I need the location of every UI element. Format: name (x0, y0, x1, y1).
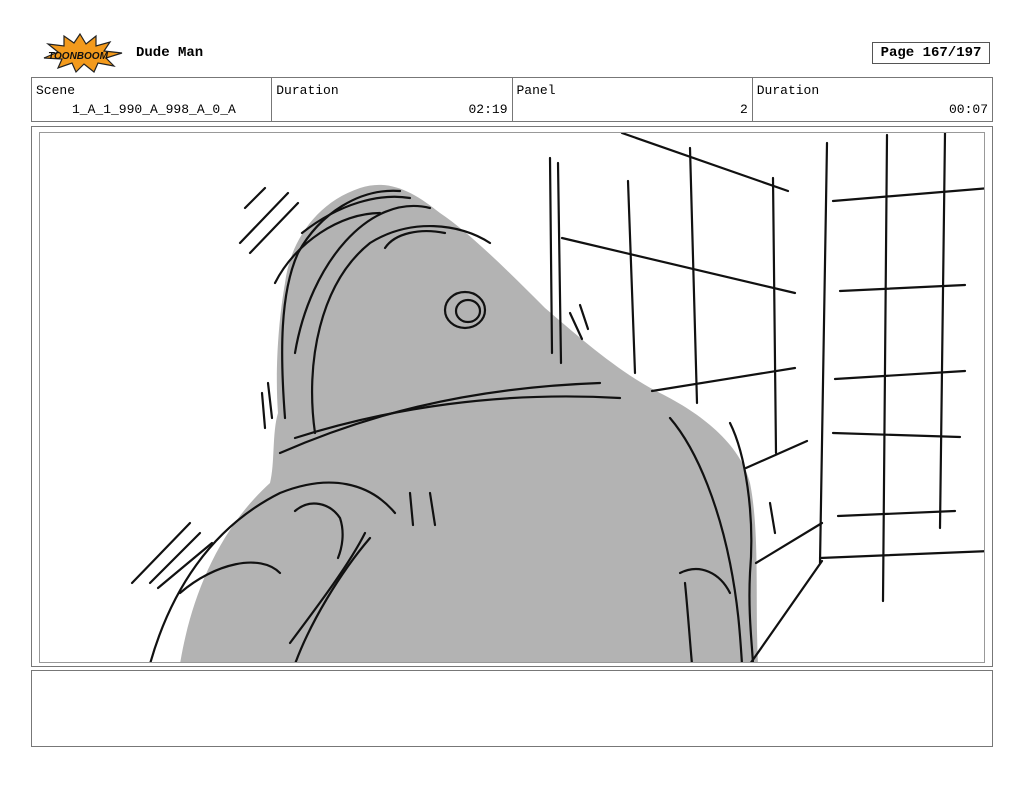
scene-duration-value: 02:19 (468, 102, 508, 117)
scene-duration-label: Duration (276, 83, 339, 98)
panel-duration-value: 00:07 (948, 102, 988, 117)
logo-text: TOONBOOM (48, 51, 108, 62)
panel-value: 2 (739, 102, 748, 117)
panel-label: Panel (516, 83, 556, 98)
storyboard-panel-frame (31, 126, 993, 667)
toonboom-logo: TOONBOOM (34, 32, 126, 74)
scene-value: 1_A_1_990_A_998_A_0_A (72, 102, 236, 117)
scene-duration-cell: Duration 02:19 (272, 78, 513, 121)
scene-info-bar: Scene 1_A_1_990_A_998_A_0_A Duration 02:… (31, 77, 993, 122)
panel-duration-label: Duration (756, 83, 820, 98)
panel-cell: Panel 2 (513, 78, 753, 121)
panel-notes-box (31, 670, 993, 747)
window-line (831, 187, 984, 203)
scene-label: Scene (36, 83, 76, 98)
page-number: Page 167/197 (872, 42, 990, 64)
scene-cell: Scene 1_A_1_990_A_998_A_0_A (32, 78, 273, 121)
storyboard-drawing-area (39, 132, 985, 663)
project-title: Dude Man (136, 45, 204, 61)
character-silhouette (180, 184, 758, 662)
page-number-label: Page 167/197 (880, 45, 982, 61)
panel-duration-cell: Duration 00:07 (753, 78, 992, 121)
storyboard-sketch (130, 133, 984, 662)
